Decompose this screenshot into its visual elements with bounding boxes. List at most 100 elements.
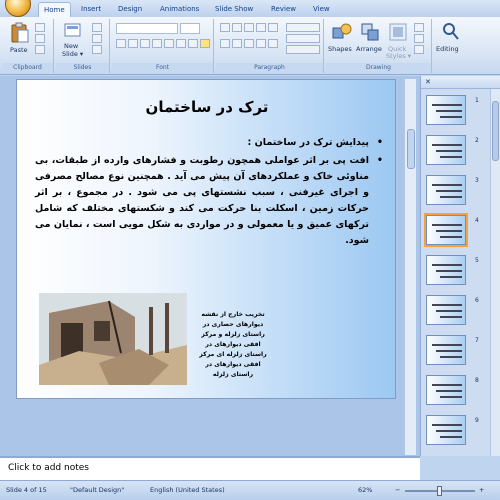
slide-thumbnail-number: 7 [475, 337, 479, 344]
case-icon[interactable] [188, 39, 198, 48]
justify-icon[interactable] [256, 39, 266, 48]
thumbnail-text-line [436, 390, 462, 392]
thumbnail-text-line [436, 110, 462, 112]
smartart-icon[interactable] [286, 45, 320, 54]
slide-canvas[interactable]: ترک در ساختمان پیدایش ترک در ساختمان : ا… [16, 79, 396, 399]
copy-icon[interactable] [35, 34, 45, 43]
font-name-field[interactable] [116, 23, 178, 34]
shapes-label[interactable]: Shapes [328, 45, 352, 53]
status-bar: Slide 4 of 15 "Default Design" English (… [0, 480, 500, 500]
numbering-icon[interactable] [232, 23, 242, 32]
slide-title[interactable]: ترک در ساختمان [17, 98, 395, 116]
decrease-indent-icon[interactable] [244, 23, 254, 32]
notes-pane[interactable]: Click to add notes [0, 456, 420, 480]
text-direction-icon[interactable] [286, 23, 320, 32]
slide-count: Slide 4 of 15 [6, 486, 47, 494]
bullets-icon[interactable] [220, 23, 230, 32]
thumbnail-text-line [432, 424, 462, 426]
slide-thumbnail[interactable] [424, 213, 468, 247]
thumbnail-text-line [432, 224, 462, 226]
delete-slide-icon[interactable] [92, 45, 102, 54]
zoom-in-icon[interactable]: + [479, 486, 484, 494]
slide-thumbnail-number: 2 [475, 137, 479, 144]
slide-thumbnail[interactable] [426, 375, 466, 405]
editing-label[interactable]: Editing [436, 45, 459, 53]
zoom-out-icon[interactable]: − [395, 486, 400, 494]
paste-label[interactable]: Paste [10, 46, 28, 54]
tab-view[interactable]: View [313, 5, 330, 13]
arrange-icon[interactable] [360, 22, 380, 42]
slide-thumbnail[interactable] [426, 95, 466, 125]
tab-animations[interactable]: Animations [160, 5, 199, 13]
slide-thumbnail[interactable] [426, 335, 466, 365]
align-center-icon[interactable] [232, 39, 242, 48]
strikethrough-icon[interactable] [152, 39, 162, 48]
tab-insert[interactable]: Insert [81, 5, 101, 13]
thumbnail-scroll-thumb[interactable] [492, 101, 499, 161]
slide-thumbnail-number: 8 [475, 377, 479, 384]
underline-icon[interactable] [140, 39, 150, 48]
zoom-level[interactable]: 62% [358, 486, 372, 494]
ribbon: Paste Clipboard New Slide ▾ Slides Font [0, 17, 500, 75]
thumbnail-text-line [436, 310, 462, 312]
notes-placeholder[interactable]: Click to add notes [8, 463, 89, 473]
cut-icon[interactable] [35, 23, 45, 32]
slides-outline-tabs[interactable]: ✕ [421, 76, 500, 89]
shadow-icon[interactable] [164, 39, 174, 48]
layout-icon[interactable] [92, 23, 102, 32]
editing-icon[interactable] [442, 22, 460, 42]
zoom-slider-knob[interactable] [437, 486, 442, 496]
align-left-icon[interactable] [220, 39, 230, 48]
increase-indent-icon[interactable] [256, 23, 266, 32]
slide-thumbnail[interactable] [426, 295, 466, 325]
slide-thumbnail[interactable] [426, 255, 466, 285]
thumbnail-text-line [432, 384, 462, 386]
thumbnail-text-line [440, 116, 462, 118]
align-right-icon[interactable] [244, 39, 254, 48]
quick-styles-icon[interactable] [388, 22, 408, 42]
bullet-heading: پیدایش ترک در ساختمان : [35, 135, 383, 151]
columns-icon[interactable] [268, 39, 278, 48]
shape-outline-icon[interactable] [414, 34, 424, 43]
office-button[interactable] [5, 0, 31, 17]
line-spacing-icon[interactable] [268, 23, 278, 32]
slide-thumbnail[interactable] [426, 415, 466, 445]
new-slide-label-2[interactable]: Slide ▾ [62, 50, 83, 58]
italic-icon[interactable] [128, 39, 138, 48]
tab-review[interactable]: Review [271, 5, 296, 13]
new-slide-icon[interactable] [64, 22, 82, 40]
shape-effects-icon[interactable] [414, 45, 424, 54]
thumbnail-text-line [440, 196, 462, 198]
slide-thumbnail-number: 9 [475, 417, 479, 424]
main-vertical-scrollbar[interactable] [404, 79, 416, 455]
thumbnail-text-line [440, 436, 462, 438]
slide-thumbnail[interactable] [426, 175, 466, 205]
paste-icon[interactable] [10, 22, 30, 44]
format-painter-icon[interactable] [35, 45, 45, 54]
shapes-icon[interactable] [332, 22, 352, 42]
spacing-icon[interactable] [176, 39, 186, 48]
slide-thumbnail[interactable] [426, 135, 466, 165]
bold-icon[interactable] [116, 39, 126, 48]
font-size-field[interactable] [180, 23, 200, 34]
pane-close-icon[interactable]: ✕ [425, 78, 431, 86]
new-slide-label[interactable]: New [64, 42, 78, 50]
main-scroll-thumb[interactable] [407, 129, 415, 169]
slide-thumbnail-number: 3 [475, 177, 479, 184]
language[interactable]: English (United States) [150, 486, 225, 494]
font-color-icon[interactable] [200, 39, 210, 48]
align-text-icon[interactable] [286, 34, 320, 43]
drawing-group: Shapes Arrange Quick Styles ▾ Drawing [326, 19, 432, 73]
arrange-label[interactable]: Arrange [356, 45, 382, 53]
slides-group-label: Slides [56, 63, 109, 72]
tab-home[interactable]: Home [38, 2, 71, 18]
thumbnail-scrollbar[interactable] [490, 89, 500, 456]
building-damage-photo[interactable] [39, 293, 187, 385]
tab-design[interactable]: Design [118, 5, 142, 13]
slide-body[interactable]: پیدایش ترک در ساختمان : افت پی بر اثر عو… [35, 135, 383, 249]
tab-slide-show[interactable]: Slide Show [215, 5, 253, 13]
quick-styles-label-2[interactable]: Styles ▾ [386, 52, 411, 60]
reset-icon[interactable] [92, 34, 102, 43]
shape-fill-icon[interactable] [414, 23, 424, 32]
thumbnail-text-line [432, 104, 462, 106]
